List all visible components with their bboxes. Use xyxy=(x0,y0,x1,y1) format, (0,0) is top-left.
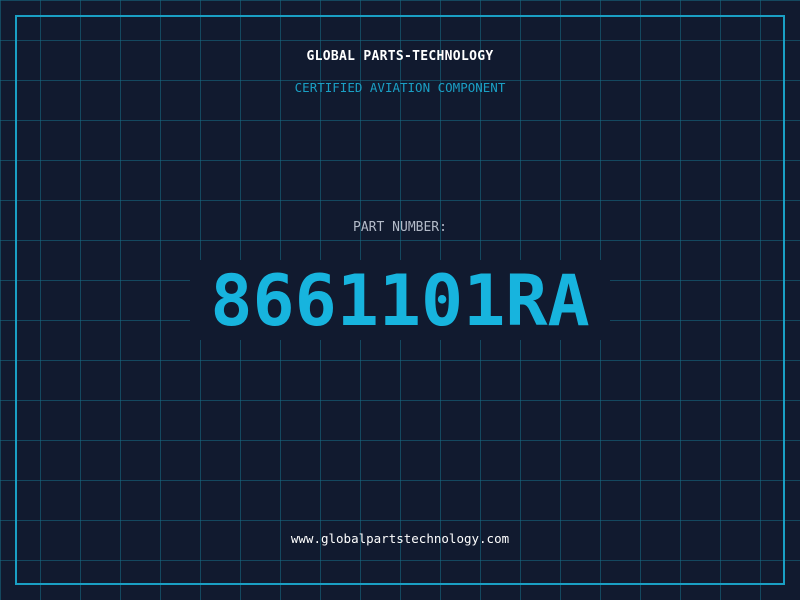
part-number-value: 8661101RA xyxy=(210,260,590,342)
certification-tagline: CERTIFIED AVIATION COMPONENT xyxy=(294,80,506,95)
website-url: www.globalpartstechnology.com xyxy=(290,531,510,546)
part-number-label: PART NUMBER: xyxy=(353,220,447,235)
company-name: GLOBAL PARTS-TECHNOLOGY xyxy=(306,49,494,64)
